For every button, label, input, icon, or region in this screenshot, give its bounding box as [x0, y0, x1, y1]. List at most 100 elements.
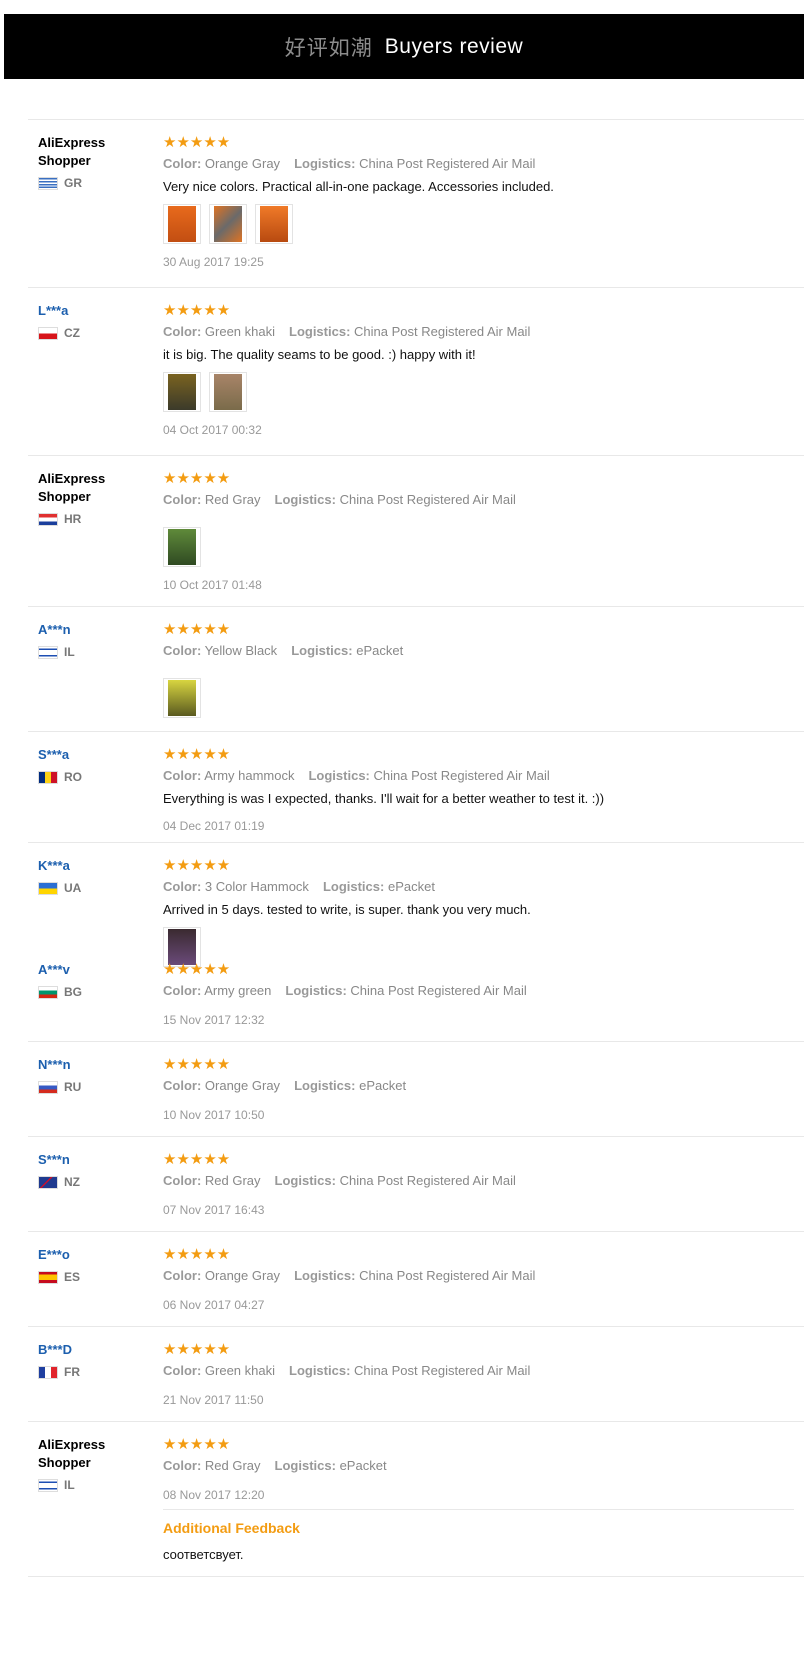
- review-content: ★★★★★ Color: Red Gray Logistics: ePacket 08…: [163, 1436, 794, 1503]
- photo-image: [214, 206, 242, 242]
- review-photos: [163, 204, 794, 244]
- reviewer-name: AliExpress Shopper: [38, 135, 106, 168]
- reviewer-name: S***n: [38, 1152, 70, 1167]
- review-item: N***n RU ★★★★★ Color: Orange Gray Logistics:…: [28, 1042, 804, 1137]
- review-item: L***a CZ ★★★★★ Color: Green khaki Logistics:…: [28, 288, 804, 456]
- photo-image: [214, 374, 242, 410]
- color-value: 3 Color Hammock: [204, 879, 309, 894]
- country-flag-icon: [38, 881, 58, 895]
- color-label: Color:: [163, 492, 202, 507]
- review-photo-thumbnail[interactable]: [163, 678, 201, 718]
- review-list: AliExpress Shopper GR ★★★★★ Color: Orange G…: [28, 119, 804, 1577]
- country-flag-icon: [38, 770, 58, 784]
- rating-stars: ★★★★★: [163, 960, 231, 978]
- reviewer-name: A***n: [38, 622, 71, 637]
- review-photo-thumbnail[interactable]: [163, 372, 201, 412]
- photo-image: [168, 206, 196, 242]
- rating-stars: ★★★★★: [163, 856, 231, 874]
- reviewer-name: S***a: [38, 747, 70, 762]
- color-value: Orange Gray: [204, 1268, 281, 1283]
- photo-image: [260, 206, 288, 242]
- reviewer: S***n NZ: [38, 1151, 148, 1189]
- rating-stars: ★★★★★: [163, 133, 231, 151]
- logistics-label: Logistics:: [294, 1268, 356, 1283]
- photo-image: [168, 529, 196, 565]
- review-photo-thumbnail[interactable]: [163, 527, 201, 567]
- review-date: 04 Dec 2017 01:19: [163, 819, 265, 833]
- review-date: 06 Nov 2017 04:27: [163, 1298, 265, 1312]
- country-code: FR: [64, 1365, 80, 1379]
- logistics-value: China Post Registered Air Mail: [354, 1363, 531, 1378]
- review-photo-thumbnail[interactable]: [209, 372, 247, 412]
- reviewer: A***n IL: [38, 621, 148, 659]
- review-item: AliExpress Shopper HR ★★★★★ Color: Red Gray…: [28, 456, 804, 607]
- logistics-value: China Post Registered Air Mail: [350, 983, 527, 998]
- color-value: Green khaki: [204, 324, 275, 339]
- review-item: E***o ES ★★★★★ Color: Orange Gray Logistics:…: [28, 1232, 804, 1327]
- color-label: Color:: [163, 1173, 202, 1188]
- review-text: Arrived in 5 days. tested to write, is s…: [163, 902, 531, 917]
- color-value: Army green: [204, 983, 272, 998]
- reviewer: AliExpress Shopper HR: [38, 470, 148, 526]
- review-photo-thumbnail[interactable]: [209, 204, 247, 244]
- reviewer: S***a RO: [38, 746, 148, 784]
- reviewer-country: IL: [38, 645, 148, 659]
- review-photos: [163, 372, 794, 412]
- logistics-label: Logistics:: [289, 324, 351, 339]
- reviewer-country: FR: [38, 1365, 148, 1379]
- country-code: IL: [64, 1478, 75, 1492]
- reviewer: L***a CZ: [38, 302, 148, 340]
- review-date: 10 Oct 2017 01:48: [163, 578, 262, 592]
- logistics-label: Logistics:: [274, 1458, 336, 1473]
- order-attributes: Color: Orange Gray Logistics: China Post …: [163, 1267, 794, 1285]
- additional-feedback-title: Additional Feedback: [163, 1520, 300, 1536]
- review-item: AliExpress Shopper IL ★★★★★ Color: Red Gray…: [28, 1422, 804, 1577]
- country-flag-icon: [38, 1175, 58, 1189]
- review-content: ★★★★★ Color: Red Gray Logistics: China Pos…: [163, 1151, 794, 1218]
- reviewer-country: BG: [38, 985, 148, 999]
- reviewer: K***a UA: [38, 857, 148, 895]
- review-text: it is big. The quality seams to be good.…: [163, 347, 476, 362]
- rating-stars: ★★★★★: [163, 1150, 231, 1168]
- color-value: Army hammock: [204, 768, 295, 783]
- color-value: Red Gray: [204, 492, 261, 507]
- reviewer-country: IL: [38, 1478, 148, 1492]
- color-value: Yellow Black: [204, 643, 278, 658]
- color-value: Red Gray: [204, 1173, 261, 1188]
- review-date: 30 Aug 2017 19:25: [163, 255, 264, 269]
- logistics-label: Logistics:: [285, 983, 347, 998]
- review-item: K***a UA ★★★★★ Color: 3 Color Hammock Logist…: [28, 843, 804, 967]
- color-label: Color:: [163, 879, 202, 894]
- rating-stars: ★★★★★: [163, 301, 231, 319]
- reviewer-name: A***v: [38, 962, 70, 977]
- logistics-value: China Post Registered Air Mail: [339, 1173, 516, 1188]
- reviewer-country: ES: [38, 1270, 148, 1284]
- reviewer: AliExpress Shopper IL: [38, 1436, 148, 1492]
- logistics-label: Logistics:: [274, 1173, 336, 1188]
- logistics-value: ePacket: [359, 1078, 407, 1093]
- order-attributes: Color: Red Gray Logistics: China Post Reg…: [163, 1172, 794, 1190]
- review-item: B***D FR ★★★★★ Color: Green khaki Logistics:…: [28, 1327, 804, 1422]
- review-item: S***a RO ★★★★★ Color: Army hammock Logistics…: [28, 732, 804, 843]
- country-flag-icon: [38, 1365, 58, 1379]
- review-photo-thumbnail[interactable]: [163, 204, 201, 244]
- country-code: NZ: [64, 1175, 80, 1189]
- additional-feedback-text: соответсвует.: [163, 1547, 244, 1562]
- photo-image: [168, 680, 196, 716]
- review-date: 21 Nov 2017 11:50: [163, 1393, 264, 1407]
- rating-stars: ★★★★★: [163, 1435, 231, 1453]
- color-label: Color:: [163, 1363, 202, 1378]
- order-attributes: Color: Red Gray Logistics: ePacket: [163, 1457, 794, 1475]
- review-content: ★★★★★ Color: Army hammock Logistics: China…: [163, 746, 794, 834]
- country-flag-icon: [38, 1080, 58, 1094]
- reviewer: E***o ES: [38, 1246, 148, 1284]
- country-flag-icon: [38, 985, 58, 999]
- review-date: 15 Nov 2017 12:32: [163, 1013, 265, 1027]
- review-content: ★★★★★ Color: Orange Gray Logistics: China …: [163, 134, 794, 270]
- reviewer-name: AliExpress Shopper: [38, 1437, 106, 1470]
- country-flag-icon: [38, 645, 58, 659]
- review-photo-thumbnail[interactable]: [255, 204, 293, 244]
- reviewer-country: HR: [38, 512, 148, 526]
- reviewer-country: UA: [38, 881, 148, 895]
- country-flag-icon: [38, 1270, 58, 1284]
